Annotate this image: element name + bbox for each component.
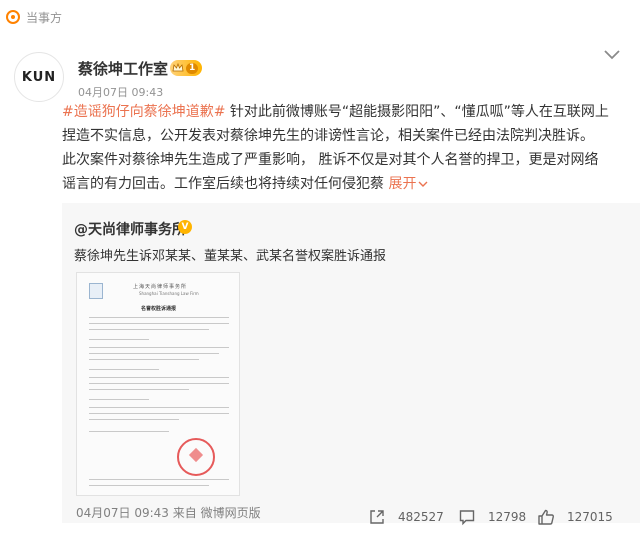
repost-text: 蔡徐坤先生诉邓某某、董某某、武某名誉权案胜诉通报: [74, 249, 387, 264]
comment-button[interactable]: 12798: [458, 508, 526, 526]
doc-text-line: [89, 329, 209, 330]
doc-text-line: [89, 339, 149, 340]
thumbs-up-icon: [538, 509, 554, 525]
chevron-down-icon: [418, 181, 428, 187]
document-image[interactable]: 上海天尚律师事务所 Shanghai Tianshang Law Firm 名誉…: [76, 272, 240, 496]
doc-text-line: [89, 407, 229, 408]
comment-count: 12798: [488, 510, 527, 524]
footer-time-source[interactable]: 04月07日 09:43 来自 微博网页版: [76, 504, 261, 521]
doc-header-en: Shanghai Tianshang Law Firm: [139, 291, 199, 296]
doc-text-line: [89, 317, 229, 318]
doc-text-line: [89, 359, 199, 360]
red-seal-icon: [177, 438, 215, 476]
post-time[interactable]: 04月07日 09:43: [78, 84, 163, 100]
doc-text-line: [89, 389, 189, 390]
repost-count: 482527: [398, 510, 444, 524]
verified-badge-icon: V: [178, 220, 192, 234]
vip-badge[interactable]: 1: [170, 60, 203, 76]
doc-text-line: [89, 431, 169, 432]
post-content: #造谣狗仔向蔡徐坤道歉# 针对此前微博账号“超能摄影阳阳”、“懂瓜呱”等人在互联…: [62, 100, 622, 196]
vip-level: 1: [186, 62, 199, 74]
comment-icon: [459, 510, 475, 526]
like-count: 127015: [567, 510, 613, 524]
doc-text-line: [89, 383, 229, 384]
expand-link[interactable]: 展开: [388, 176, 428, 192]
post-header: KUN 蔡徐坤工作室 1 04月07日 09:43: [14, 48, 626, 104]
chevron-down-icon[interactable]: [602, 48, 622, 62]
author-name[interactable]: 蔡徐坤工作室: [78, 58, 168, 79]
doc-text-line: [89, 377, 229, 378]
crown-icon: [172, 62, 184, 72]
content-line-4: 谣言的有力回击。工作室后续也将持续对任何侵犯蔡 展开: [62, 172, 622, 196]
repost-source[interactable]: @天尚律师事务所: [74, 219, 186, 239]
content-line-3: 此次案件对蔡徐坤先生造成了严重影响， 胜诉不仅是对其个人名誉的捍卫，更是对网络: [62, 152, 599, 168]
doc-text-line: [89, 353, 219, 354]
doc-text-line: [89, 479, 229, 480]
content-line-1: #造谣狗仔向蔡徐坤道歉# 针对此前微博账号“超能摄影阳阳”、“懂瓜呱”等人在互联…: [62, 104, 609, 120]
doc-header: 上海天尚律师事务所: [133, 284, 188, 290]
doc-text-line: [89, 323, 229, 324]
doc-text-line: [89, 347, 229, 348]
doc-text-line: [89, 413, 229, 414]
avatar-logo-text: KUN: [21, 69, 57, 85]
doc-text-line: [89, 369, 159, 370]
doc-text-line: [89, 399, 149, 400]
like-button[interactable]: 127015: [537, 508, 613, 526]
doc-title: 名誉权胜诉通报: [141, 306, 177, 312]
top-bar: 当事方: [0, 0, 640, 34]
content-line-2: 捏造不实信息，公开发表对蔡徐坤先生的诽谤性言论，相关案件已经由法院判决胜诉。: [62, 128, 594, 144]
top-bar-label: 当事方: [26, 10, 63, 25]
share-icon: [370, 510, 384, 524]
repost-button[interactable]: 482527: [368, 508, 444, 526]
law-firm-logo-icon: [89, 283, 103, 299]
avatar[interactable]: KUN: [14, 52, 64, 102]
circle-dot-icon: [6, 10, 20, 24]
doc-text-line: [89, 485, 209, 486]
doc-text-line: [89, 419, 179, 420]
hashtag-link[interactable]: #造谣狗仔向蔡徐坤道歉#: [62, 104, 225, 120]
